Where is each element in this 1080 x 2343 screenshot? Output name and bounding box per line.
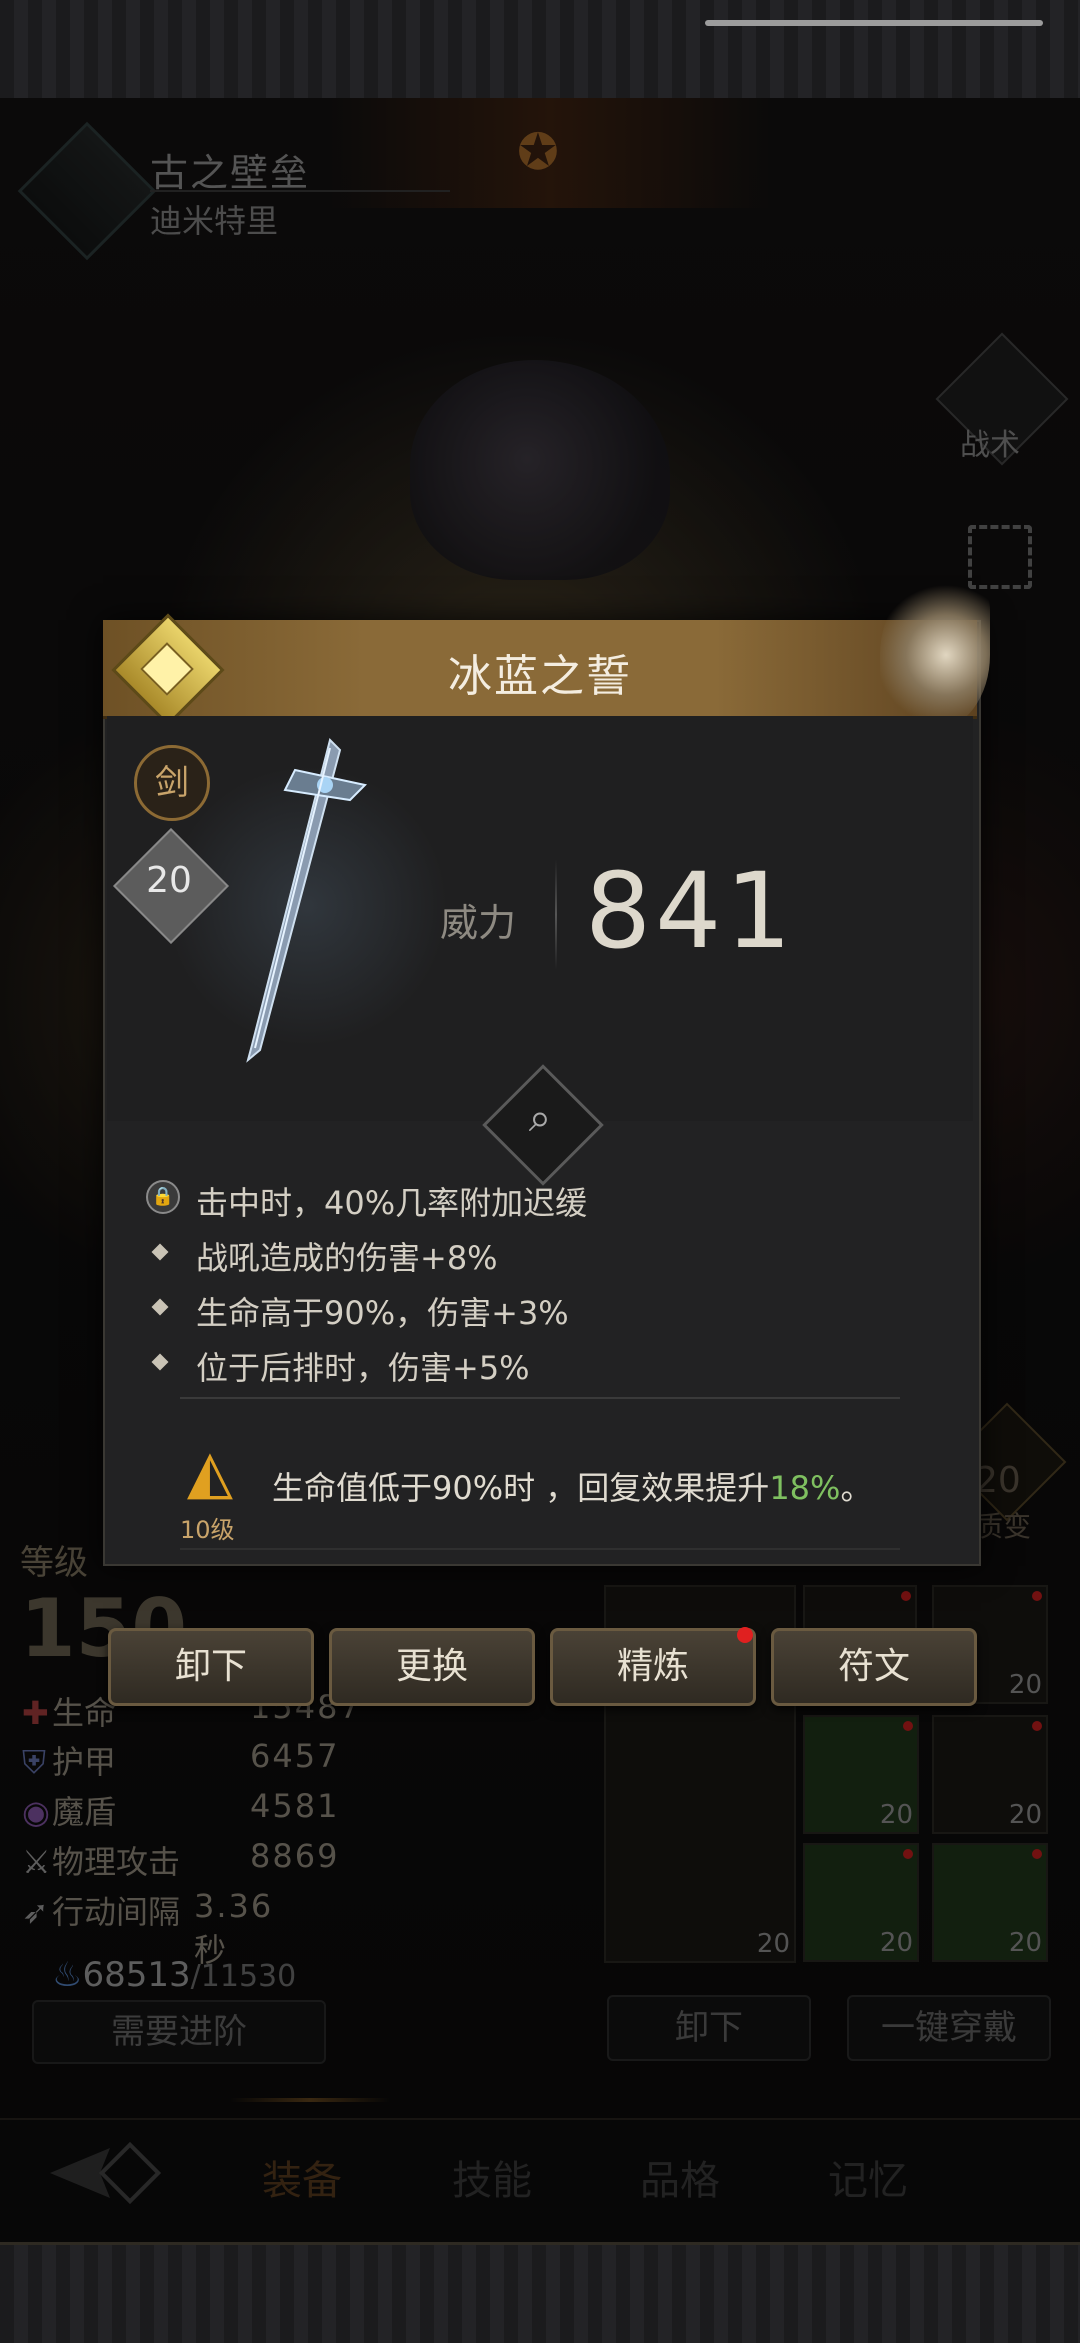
notification-dot [737, 1627, 753, 1643]
item-name: 冰蓝之誓 [448, 651, 632, 702]
power-separator [555, 860, 557, 970]
item-effect: 战吼造成的伤害+8% [196, 1239, 498, 1277]
bonus-level: 10级 [180, 1516, 235, 1544]
bottom-frame [0, 2242, 1080, 2343]
power-label: 威力 [440, 901, 517, 945]
refine-button[interactable]: 精炼 [550, 1628, 756, 1706]
bonus-highlight: 18% [769, 1469, 841, 1507]
item-effect: 位于后排时，伤害+5% [196, 1349, 530, 1387]
lock-icon: 🔒 [146, 1180, 180, 1214]
bonus-text: 生命值低于90%时 ，回复效果提升18%。 [272, 1463, 872, 1509]
magnifier-icon[interactable]: ⌕ [500, 1095, 580, 1141]
replace-button[interactable]: 更换 [329, 1628, 535, 1706]
unequip-button[interactable]: 卸下 [108, 1628, 314, 1706]
bonus-text-prefix: 生命值低于90%时 ，回复效果提升 [272, 1469, 770, 1507]
effects-divider [180, 1397, 900, 1399]
bonus-divider [180, 1548, 900, 1550]
item-effect: 击中时，40%几率附加迟缓 [196, 1184, 588, 1222]
item-effect: 生命高于90%，伤害+3% [196, 1294, 569, 1332]
bonus-triangle-icon: ◭ [186, 1437, 234, 1507]
gesture-bar[interactable] [705, 20, 1043, 26]
bonus-text-suffix: 。 [840, 1469, 873, 1507]
sword-icon [246, 738, 368, 1063]
weapon-type-badge: 剑 [134, 745, 210, 821]
item-level: 20 [146, 860, 192, 901]
rune-button[interactable]: 符文 [771, 1628, 977, 1706]
power-value: 841 [585, 850, 796, 972]
top-frame [0, 0, 1080, 101]
